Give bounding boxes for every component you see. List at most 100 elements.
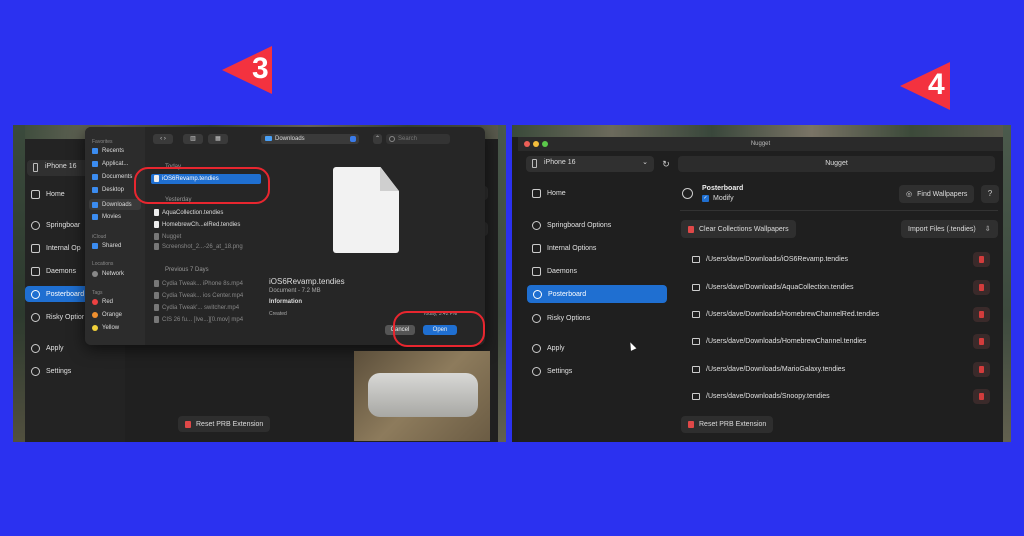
- home-icon: [31, 190, 40, 199]
- sidebar-documents[interactable]: Documents: [92, 174, 132, 180]
- nav-label: Daemons: [547, 268, 577, 275]
- file-screenshot[interactable]: Screenshot_2...-26_at_18.png: [154, 243, 243, 250]
- yellow-tag-icon: [92, 325, 98, 331]
- toggle-icon: [532, 267, 541, 276]
- springboard-icon: [532, 221, 541, 230]
- atom-icon: [31, 290, 40, 299]
- location-selector[interactable]: Downloads: [261, 134, 359, 144]
- window-titlebar: Nugget: [518, 137, 1003, 151]
- tag-red[interactable]: Red: [92, 299, 113, 305]
- expand-button[interactable]: ⌃: [373, 134, 382, 144]
- sidebar-network[interactable]: Network: [92, 271, 124, 277]
- reset-prb-button[interactable]: Reset PRB Extension: [178, 416, 270, 432]
- delete-file-button[interactable]: [973, 334, 990, 349]
- sidebar-applications[interactable]: Applicat...: [92, 161, 128, 167]
- wallpaper-file-row: /Users/dave/Downloads/AquaCollection.ten…: [688, 276, 998, 298]
- locations-heading: Locations: [92, 261, 113, 267]
- clear-collections-button[interactable]: Clear Collections Wallpapers: [681, 220, 796, 238]
- wallpaper-strip: [512, 125, 1011, 137]
- trash-icon: [185, 421, 191, 428]
- image-icon: [692, 393, 700, 400]
- document-icon: [154, 221, 159, 228]
- nugget-app-window: Nugget iPhone 16⌄ ↻ Nugget Home Springbo…: [518, 137, 1003, 442]
- sidebar-downloads[interactable]: Downloads: [89, 199, 141, 210]
- nav-settings[interactable]: Settings: [25, 363, 113, 379]
- atom-icon: [533, 290, 542, 299]
- file-video-4[interactable]: CIS 26 fu... [Ive...][0.mov] mp4: [154, 316, 243, 323]
- file-homebrewchannelred[interactable]: HomebrewCh...elRed.tendies: [154, 221, 240, 228]
- desktop-icon: [92, 187, 98, 193]
- image-icon: [692, 338, 700, 345]
- delete-file-button[interactable]: [973, 389, 990, 404]
- help-button[interactable]: ?: [981, 185, 999, 203]
- sidebar-recents[interactable]: Recents: [92, 148, 124, 154]
- file-name: Cydia Tweak'... switcher.mp4: [162, 305, 239, 311]
- file-path: /Users/dave/Downloads/Snoopy.tendies: [706, 393, 830, 400]
- nav-springboard-options[interactable]: Springboard Options: [526, 217, 666, 233]
- drive-icon: [31, 244, 40, 253]
- image-icon: [154, 243, 159, 250]
- wallpaper-edge-right: [498, 125, 506, 442]
- sidebar-movies[interactable]: Movies: [92, 214, 121, 220]
- view-grid-button[interactable]: ▦: [208, 134, 228, 144]
- nav-settings[interactable]: Settings: [526, 363, 666, 379]
- nav-risky-options[interactable]: Risky Options: [526, 310, 666, 326]
- nav-label: Daemons: [46, 268, 76, 275]
- file-aquacollection[interactable]: AquaCollection.tendies: [154, 209, 223, 216]
- sidebar-desktop[interactable]: Desktop: [92, 187, 124, 193]
- nav-posterboard[interactable]: Posterboard: [527, 285, 667, 303]
- nav-daemons[interactable]: Daemons: [526, 263, 666, 279]
- file-name: CIS 26 fu... [Ive...][0.mov] mp4: [162, 317, 243, 323]
- button-label: Clear Collections Wallpapers: [699, 226, 789, 233]
- device-selector[interactable]: iPhone 16⌄: [526, 156, 654, 172]
- file-name: Screenshot_2...-26_at_18.png: [162, 244, 243, 250]
- find-wallpapers-button[interactable]: ◎Find Wallpapers: [899, 185, 974, 203]
- reset-label: Reset PRB Extension: [699, 421, 766, 428]
- preview-created-label: Created: [269, 311, 287, 317]
- sidebar-item-label: Applicat...: [102, 161, 128, 167]
- previous-7-days-heading: Previous 7 Days: [165, 267, 209, 273]
- app-icon: [154, 233, 159, 240]
- nav-home[interactable]: Home: [526, 185, 666, 201]
- search-input[interactable]: Search: [386, 134, 450, 144]
- import-files-button[interactable]: Import Files (.tendies)⇩: [901, 220, 998, 238]
- nav-internal-options[interactable]: Internal Options: [526, 240, 666, 256]
- trash-icon: [688, 226, 694, 233]
- tag-yellow[interactable]: Yellow: [92, 325, 119, 331]
- file-video-2[interactable]: Cydia Tweak... ios Center.mp4: [154, 292, 243, 299]
- red-tag-icon: [92, 299, 98, 305]
- finder-toolbar: ‹ › ▥ ▦ Downloads ⌃ Search: [151, 134, 479, 146]
- checkbox-checked-icon: ✓: [702, 195, 709, 202]
- file-video-1[interactable]: Cydia Tweak... iPhone 8s.mp4: [154, 280, 243, 287]
- left-screenshot: iPhone 16 Home Springboar Internal Op Da…: [13, 125, 506, 442]
- preview-filename: iOS6Revamp.tendies: [269, 277, 345, 286]
- reset-prb-button[interactable]: Reset PRB Extension: [681, 416, 773, 433]
- file-video-3[interactable]: Cydia Tweak'... switcher.mp4: [154, 304, 239, 311]
- sidebar-item-label: Orange: [102, 312, 122, 318]
- shared-folder-icon: [92, 243, 98, 249]
- delete-file-button[interactable]: [973, 252, 990, 267]
- nav-apply[interactable]: Apply: [526, 340, 666, 356]
- modify-checkbox[interactable]: ✓Modify: [702, 195, 734, 202]
- sidebar-item-label: Movies: [102, 214, 121, 220]
- delete-file-button[interactable]: [973, 307, 990, 322]
- import-icon: ⇩: [985, 225, 991, 233]
- file-nugget[interactable]: Nugget: [154, 233, 181, 240]
- file-name: Nugget: [162, 234, 181, 240]
- minimize-window-icon[interactable]: [533, 141, 539, 147]
- close-window-icon[interactable]: [524, 141, 530, 147]
- delete-file-button[interactable]: [973, 280, 990, 295]
- tag-orange[interactable]: Orange: [92, 312, 122, 318]
- sidebar-item-label: Red: [102, 299, 113, 305]
- wallpaper-file-row: /Users/dave/Downloads/iOS6Revamp.tendies: [688, 248, 998, 270]
- zoom-window-icon[interactable]: [542, 141, 548, 147]
- sidebar-shared[interactable]: Shared: [92, 243, 121, 249]
- view-columns-button[interactable]: ▥: [183, 134, 203, 144]
- refresh-button[interactable]: ↻: [658, 156, 674, 172]
- file-name: Cydia Tweak... iPhone 8s.mp4: [162, 281, 243, 287]
- back-button[interactable]: ‹ ›: [153, 134, 173, 144]
- wallpaper-file-row: /Users/dave/Downloads/MarioGalaxy.tendie…: [688, 358, 998, 380]
- file-name: AquaCollection.tendies: [162, 210, 223, 216]
- clock-icon: [92, 148, 98, 154]
- delete-file-button[interactable]: [973, 362, 990, 377]
